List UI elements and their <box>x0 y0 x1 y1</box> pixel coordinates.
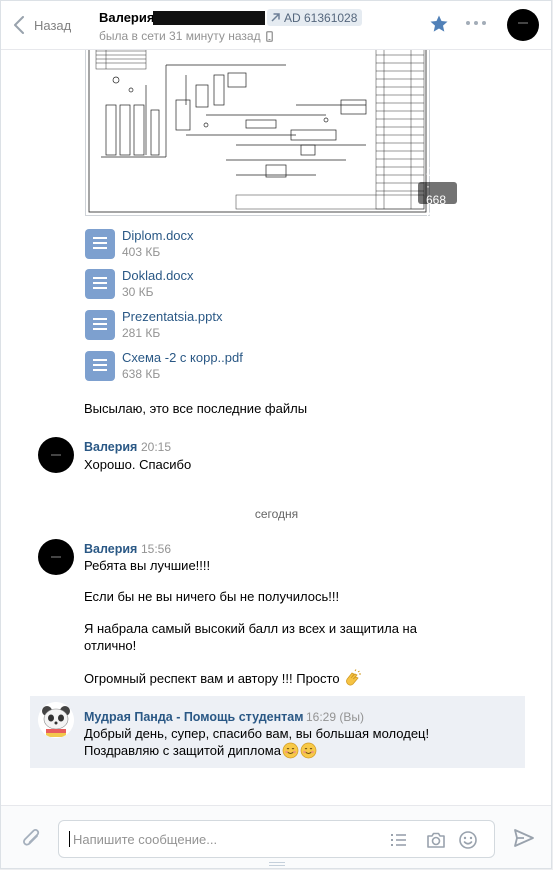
message-text: отлично! <box>84 638 137 653</box>
panda-face-icon <box>38 702 74 738</box>
star-icon[interactable] <box>429 14 449 34</box>
file-size: 403 КБ <box>122 245 161 259</box>
message-text-with-emoji: Огромный респект вам и автору !!! Просто <box>84 669 362 687</box>
arrow-up-right-icon <box>271 13 280 22</box>
message-time[interactable]: 20:15 <box>141 439 171 455</box>
message-history: JPG · 668 КБ Diplom.docx 403 КБ Doklad.do… <box>1 50 551 805</box>
document-icon <box>85 351 115 381</box>
message-time[interactable]: 15:56 <box>141 541 171 557</box>
text-caret <box>69 831 70 847</box>
send-icon[interactable] <box>513 828 535 848</box>
message-text: Добрый день, супер, спасибо вам, вы боль… <box>84 726 430 741</box>
file-name[interactable]: Схема -2 с корр..pdf <box>122 350 243 366</box>
message-text: Ребята вы лучшие!!!! <box>84 558 211 573</box>
file-size: 638 КБ <box>122 367 161 381</box>
chevron-left-icon <box>14 16 24 34</box>
file-attachment[interactable]: Схема -2 с корр..pdf 638 КБ <box>85 350 243 382</box>
emoji-smile-icon[interactable] <box>458 830 478 850</box>
back-button[interactable]: Назад <box>13 13 71 37</box>
document-icon <box>85 269 115 299</box>
message-text: Высылаю, это все последние файлы <box>84 401 308 416</box>
message-author[interactable]: Валерия <box>84 439 137 455</box>
file-size: 281 КБ <box>122 326 161 340</box>
message-time[interactable]: 16:29 (Вы) <box>306 709 364 725</box>
chat-user-name[interactable]: Валерия <box>99 10 154 25</box>
document-icon <box>85 229 115 259</box>
document-icon <box>85 310 115 340</box>
message-author[interactable]: Валерия <box>84 541 137 557</box>
file-name[interactable]: Doklad.docx <box>122 268 194 284</box>
more-actions-icon[interactable] <box>466 21 486 25</box>
message-text: Если бы не вы ничего бы не получилось!!! <box>84 589 340 604</box>
message-input-placeholder: Напишите сообщение... <box>73 832 218 847</box>
online-status: была в сети 31 минуту назад <box>99 29 273 43</box>
resize-grip[interactable] <box>269 862 285 867</box>
message-text: Хорошо. Спасибо <box>84 457 192 472</box>
message-composer: Напишите сообщение... <box>1 805 551 868</box>
blushing-smile-emoji-icon <box>282 742 299 759</box>
image-format-badge: JPG · 668 КБ <box>418 165 458 221</box>
file-name[interactable]: Diplom.docx <box>122 228 194 244</box>
file-name[interactable]: Prezentatsia.pptx <box>122 309 222 325</box>
blushing-smile-emoji-icon <box>300 742 317 759</box>
chat-header: Назад Валерия AD 61361028 была в сети 31… <box>1 1 551 50</box>
message-author[interactable]: Мудрая Панда - Помощь студентам <box>84 709 303 725</box>
technical-drawing-image <box>88 50 427 213</box>
ad-link-chip[interactable]: AD 61361028 <box>267 9 363 26</box>
camera-icon[interactable] <box>425 830 447 850</box>
sender-avatar[interactable] <box>38 437 74 473</box>
day-divider: сегодня <box>254 507 299 521</box>
back-label: Назад <box>34 17 72 33</box>
redacted-surname <box>153 11 265 25</box>
file-attachment[interactable]: Prezentatsia.pptx 281 КБ <box>85 309 222 341</box>
mobile-phone-icon <box>265 30 273 42</box>
header-avatar[interactable] <box>507 9 539 41</box>
file-size: 30 КБ <box>122 285 154 299</box>
panda-avatar[interactable] <box>38 702 74 738</box>
sender-avatar[interactable] <box>38 539 74 575</box>
clapping-hands-emoji-icon <box>345 669 361 686</box>
attached-image[interactable]: JPG · 668 КБ <box>85 50 458 221</box>
message-text-with-emoji: Поздравляю с защитой диплома <box>84 742 317 759</box>
file-attachment[interactable]: Doklad.docx 30 КБ <box>85 268 194 300</box>
file-attachment[interactable]: Diplom.docx 403 КБ <box>85 228 194 260</box>
paperclip-icon[interactable] <box>21 827 43 851</box>
message-text: Я набрала самый высокий балл из всех и з… <box>84 621 417 636</box>
chat-window: Назад Валерия AD 61361028 была в сети 31… <box>0 0 552 869</box>
message-input[interactable]: Напишите сообщение... <box>58 820 495 858</box>
list-format-icon[interactable] <box>389 830 409 850</box>
ad-label: AD 61361028 <box>284 10 358 25</box>
